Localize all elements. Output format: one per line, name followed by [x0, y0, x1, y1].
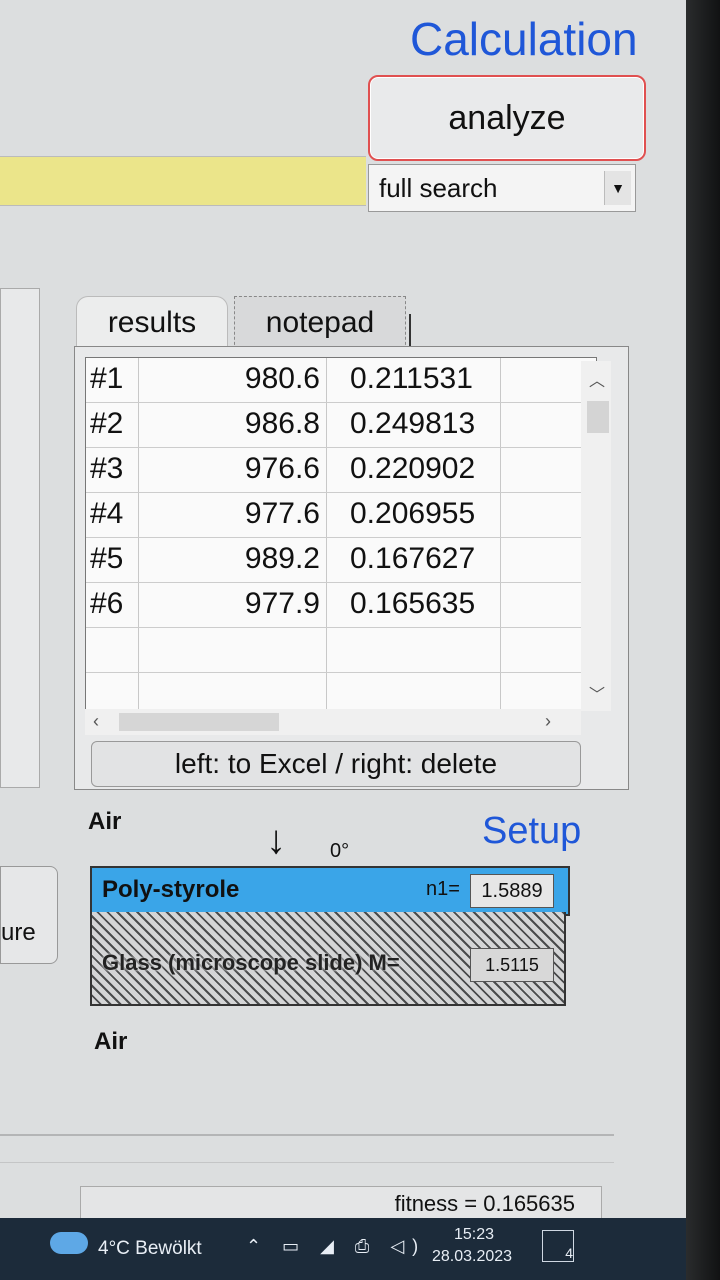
row-id: #4 — [90, 497, 124, 530]
notification-count: 4 — [565, 1245, 573, 1261]
calculation-title: Calculation — [410, 13, 638, 65]
monitor-bezel — [686, 0, 720, 1280]
row-id: #1 — [90, 362, 124, 395]
table-row[interactable]: #5 989.2 0.167627 — [86, 538, 596, 583]
row-fitness: 0.249813 — [350, 407, 476, 440]
scroll-left-icon[interactable]: ‹ — [93, 711, 99, 732]
table-row[interactable]: #2 986.8 0.249813 — [86, 403, 596, 448]
scroll-up-icon[interactable]: ︿ — [589, 367, 605, 391]
left-button-label: ure — [1, 919, 36, 946]
top-medium-label: Air — [88, 808, 122, 835]
layer-polystyrole[interactable]: Poly-styrole n1= 1.5889 — [90, 866, 570, 916]
row-value: 986.8 — [244, 407, 320, 440]
results-table[interactable]: #1 980.6 0.211531 #2 986.8 0.249813 #3 9… — [85, 357, 597, 711]
clock-date[interactable]: 28.03.2023 — [432, 1248, 512, 1266]
clock-time[interactable]: 15:23 — [454, 1226, 494, 1244]
table-row-empty[interactable] — [86, 673, 596, 710]
search-input[interactable] — [0, 156, 366, 206]
row-fitness: 0.167627 — [350, 542, 476, 575]
left-button[interactable]: ure — [0, 866, 58, 964]
cloud-icon[interactable] — [50, 1232, 88, 1254]
divider — [0, 1134, 614, 1136]
table-row[interactable]: #4 977.6 0.206955 — [86, 493, 596, 538]
layer-n-label: n1= — [426, 878, 460, 900]
app-window: Calculation analyze full search ▼ ure re… — [0, 0, 686, 1222]
layer-n-input[interactable]: 1.5889 — [470, 874, 554, 908]
row-value: 977.6 — [244, 497, 320, 530]
weather-text[interactable]: 4°C Bewölkt — [98, 1238, 202, 1260]
row-id: #6 — [90, 587, 124, 620]
scroll-down-icon[interactable]: ﹀ — [589, 681, 605, 705]
tab-notepad[interactable]: notepad — [234, 296, 406, 350]
table-row[interactable]: #1 980.6 0.211531 — [86, 358, 596, 403]
row-value: 976.6 — [244, 452, 320, 485]
vertical-scrollbar[interactable]: ︿ ﹀ — [581, 361, 611, 711]
taskbar: 4°C Bewölkt ⌃ ▭ ◢ ⎙ ◁) 15:23 28.03.2023 … — [0, 1218, 686, 1280]
bottom-medium-label: Air — [94, 1028, 128, 1055]
chevron-down-icon[interactable]: ▼ — [604, 171, 631, 205]
scrollbar-thumb[interactable] — [587, 401, 609, 433]
angle-label: 0° — [330, 840, 350, 862]
row-value: 980.6 — [244, 362, 320, 395]
row-id: #3 — [90, 452, 124, 485]
status-bar: fitness = 0.165635 — [80, 1186, 602, 1220]
layer-name: Glass (microscope slide) M= — [102, 950, 400, 975]
excel-delete-button[interactable]: left: to Excel / right: delete — [91, 741, 581, 787]
row-fitness: 0.220902 — [350, 452, 476, 485]
layer-n-input[interactable]: 1.5115 — [470, 948, 554, 982]
row-id: #5 — [90, 542, 124, 575]
row-id: #2 — [90, 407, 124, 440]
arrow-down-icon: ↓ — [266, 818, 286, 862]
left-panel — [0, 288, 40, 788]
results-panel: #1 980.6 0.211531 #2 986.8 0.249813 #3 9… — [74, 346, 629, 790]
divider — [0, 1162, 614, 1163]
search-mode-select[interactable]: full search ▼ — [368, 164, 636, 212]
scrollbar-thumb[interactable] — [119, 713, 279, 731]
row-value: 989.2 — [244, 542, 320, 575]
horizontal-scrollbar[interactable]: ‹ › — [85, 709, 581, 735]
search-mode-value: full search — [379, 173, 498, 203]
row-fitness: 0.206955 — [350, 497, 476, 530]
row-fitness: 0.211531 — [350, 362, 473, 395]
table-row[interactable]: #6 977.9 0.165635 — [86, 583, 596, 628]
scroll-right-icon[interactable]: › — [545, 711, 551, 732]
tab-results[interactable]: results — [76, 296, 228, 349]
table-row-empty[interactable] — [86, 628, 596, 673]
table-row[interactable]: #3 976.6 0.220902 — [86, 448, 596, 493]
setup-title: Setup — [482, 810, 582, 852]
row-fitness: 0.165635 — [350, 587, 476, 620]
system-tray-icons[interactable]: ⌃ ▭ ◢ ⎙ ◁) — [246, 1236, 426, 1257]
layer-glass-substrate[interactable]: Glass (microscope slide) M= 1.5115 — [90, 912, 566, 1006]
row-value: 977.9 — [244, 587, 320, 620]
fitness-status: fitness = 0.165635 — [394, 1191, 575, 1216]
layer-name: Poly-styrole — [102, 876, 240, 903]
analyze-button[interactable]: analyze — [368, 75, 646, 161]
tab-separator — [409, 314, 411, 346]
notification-icon[interactable]: 4 — [542, 1230, 574, 1262]
